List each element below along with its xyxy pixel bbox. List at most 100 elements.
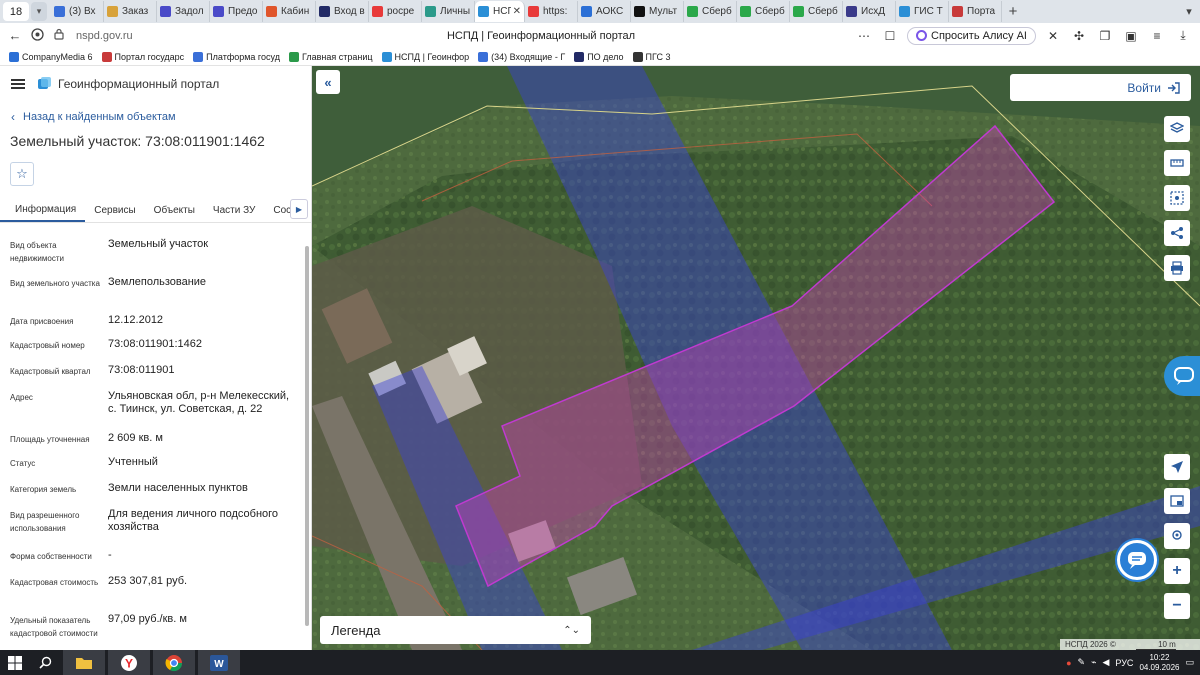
zoom-in-button[interactable]: +	[1164, 558, 1190, 584]
bookmark-item[interactable]: ПО дело	[574, 51, 624, 62]
login-button[interactable]: Войти	[1010, 74, 1191, 101]
print-button[interactable]	[1164, 255, 1190, 281]
bookmark-favicon-icon	[9, 51, 19, 62]
search-button[interactable]	[30, 650, 60, 675]
protect-icon[interactable]	[26, 27, 48, 44]
share-icon	[1171, 227, 1183, 239]
volume-icon[interactable]: ◀	[1102, 657, 1109, 668]
tab-favicon-icon	[266, 6, 277, 17]
bookmark-label: ПО дело	[587, 51, 624, 62]
layers-button[interactable]	[1164, 116, 1190, 142]
browser-tab[interactable]: Личны	[422, 1, 475, 22]
tab-favicon-icon	[952, 6, 963, 17]
browser-tab[interactable]: Предо	[210, 1, 263, 22]
browser-tab[interactable]: Вход в	[316, 1, 369, 22]
basemap-button[interactable]	[1164, 488, 1190, 514]
map-canvas[interactable]	[312, 66, 1200, 650]
windows-start-button[interactable]	[0, 650, 30, 675]
tab-list-dropdown-icon[interactable]: ▾	[31, 2, 47, 21]
panel-scrollbar[interactable]	[304, 236, 310, 646]
browser-tab[interactable]: Задол	[157, 1, 210, 22]
bookmark-favicon-icon	[478, 51, 489, 62]
browser-tab[interactable]: росре	[369, 1, 422, 22]
browser-tab[interactable]: ИсхД	[843, 1, 896, 22]
tab-label: Предо	[228, 6, 258, 17]
menu-icon[interactable]	[11, 79, 25, 89]
browser-tab[interactable]: Мульт	[631, 1, 684, 22]
browser-tab[interactable]: ГИС Т	[896, 1, 949, 22]
tab-services[interactable]: Сервисы	[85, 198, 144, 222]
chrome-button[interactable]	[153, 650, 195, 675]
close-tab-icon[interactable]: ✕	[513, 6, 521, 17]
bookmark-item[interactable]: Портал государс	[101, 51, 184, 62]
bookmark-item[interactable]: Главная страниц	[288, 51, 373, 62]
browser-tab[interactable]: Сберб	[684, 1, 737, 22]
notification-icon[interactable]: ▣	[1122, 29, 1140, 43]
chat-assistant-button[interactable]	[1117, 540, 1157, 580]
notifications-icon[interactable]: ▭	[1185, 657, 1194, 668]
browser-tab[interactable]: АОКС	[578, 1, 631, 22]
pin-button[interactable]	[1164, 523, 1190, 549]
bookmark-favicon-icon	[381, 51, 392, 62]
clock-date: 04.09.2026	[1139, 662, 1180, 672]
bookmark-icon[interactable]: ☐	[881, 29, 899, 43]
tabs-next-button[interactable]: ▶	[290, 199, 308, 219]
bookmark-item[interactable]: ПГС 3	[632, 51, 670, 62]
browser-tab[interactable]: Кабин	[263, 1, 316, 22]
browser-tab[interactable]: Сберб	[790, 1, 843, 22]
ask-alice-button[interactable]: Спросить Алису AI	[907, 26, 1036, 45]
geolocation-button[interactable]	[1164, 454, 1190, 480]
back-arrow-icon[interactable]: ←	[4, 28, 26, 43]
collapse-panel-button[interactable]: «	[316, 70, 340, 94]
tab-parcel-parts[interactable]: Части ЗУ	[204, 198, 264, 222]
antivirus-icon[interactable]: ●	[1066, 658, 1071, 668]
tab-label: ИсхД	[861, 6, 885, 17]
favorite-button[interactable]: ☆	[10, 162, 34, 186]
browser-tab[interactable]: Заказ	[104, 1, 157, 22]
more-icon[interactable]: ⋯	[855, 29, 873, 43]
browser-tab[interactable]: НСП✕	[475, 1, 525, 22]
lock-icon[interactable]	[48, 28, 70, 43]
property-value: Земельный участок	[108, 238, 209, 250]
property-label: Категория земель	[10, 485, 77, 494]
browser-tab[interactable]: https:	[525, 1, 578, 22]
word-button[interactable]: W	[198, 650, 240, 675]
legend-dropdown[interactable]: Легенда ⌃⌄	[320, 616, 591, 644]
bookmark-item[interactable]: НСПД | Геоинфор	[381, 51, 469, 62]
bookmark-item[interactable]: (34) Входящие - Г	[478, 51, 565, 62]
extension-x-icon[interactable]: ✕	[1044, 29, 1062, 43]
map-view[interactable]: « Войти + − Легенда ⌃⌄ НСПД 2026 © 10 m	[312, 66, 1200, 650]
download-icon[interactable]: ⤓	[1174, 28, 1192, 43]
url-field[interactable]: nspd.gov.ru	[76, 30, 376, 42]
puzzle-icon[interactable]: ✣	[1070, 29, 1088, 43]
tab-label: Вход в	[334, 6, 365, 17]
tab-menu-icon[interactable]: ▾	[1178, 5, 1200, 18]
new-tab-button[interactable]: +	[1002, 1, 1024, 22]
browser-tab[interactable]: (3) Вх	[51, 1, 104, 22]
yandex-browser-button[interactable]: Y	[108, 650, 150, 675]
browser-tab[interactable]: Порта	[949, 1, 1002, 22]
network-icon[interactable]: ⌁	[1091, 657, 1096, 668]
zoom-out-button[interactable]: −	[1164, 593, 1190, 619]
copy-icon[interactable]: ❐	[1096, 29, 1114, 43]
select-area-button[interactable]	[1164, 185, 1190, 211]
browser-menu-icon[interactable]: ≡	[1148, 29, 1166, 43]
bookmark-item[interactable]: CompanyMedia 6	[9, 51, 93, 62]
bookmark-item[interactable]: Платформа госуд	[193, 51, 280, 62]
tab-information[interactable]: Информация	[0, 198, 86, 222]
side-widget-tab[interactable]	[1164, 356, 1200, 396]
ruler-button[interactable]	[1164, 150, 1190, 176]
property-label: Кадастровый номер	[10, 341, 85, 350]
browser-tab[interactable]: Сберб	[737, 1, 790, 22]
file-explorer-button[interactable]	[63, 650, 105, 675]
share-button[interactable]	[1164, 220, 1190, 246]
pen-icon[interactable]: ✎	[1078, 657, 1086, 668]
tab-label: Кабин	[281, 6, 310, 17]
clock[interactable]: 10:22 04.09.2026	[1139, 653, 1179, 673]
property-value: 73:08:011901	[108, 364, 175, 376]
tab-count-badge[interactable]: 18	[3, 2, 29, 21]
language-indicator[interactable]: РУС	[1115, 658, 1133, 668]
back-to-results-link[interactable]: ‹ Назад к найденным объектам	[11, 108, 311, 126]
clock-time: 10:22	[1149, 652, 1170, 662]
tab-objects[interactable]: Объекты	[145, 198, 204, 222]
